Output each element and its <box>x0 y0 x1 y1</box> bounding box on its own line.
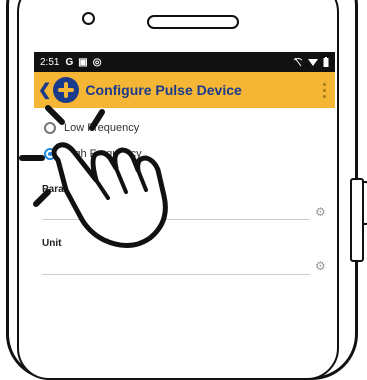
radio-button-selected[interactable] <box>44 148 56 160</box>
signal-icon <box>308 59 318 66</box>
phone-screen: 2:51 G ▣ ◎ ❮ Configure Pulse Device Low … <box>34 52 335 302</box>
app-bar: ❮ Configure Pulse Device <box>34 72 335 108</box>
gear-icon[interactable]: ⚙ <box>315 260 327 272</box>
battery-icon <box>323 57 329 67</box>
google-icon: G <box>65 56 74 68</box>
app-logo <box>53 77 80 103</box>
radio-label: High Frequency <box>64 148 142 160</box>
radio-low-frequency[interactable]: Low Frequency <box>44 122 139 134</box>
gear-icon[interactable]: ⚙ <box>315 206 327 218</box>
radio-high-frequency[interactable]: High Frequency <box>44 148 142 160</box>
more-vert-icon[interactable] <box>317 82 331 98</box>
chevron-left-icon[interactable]: ❮ <box>38 80 51 100</box>
radio-label: Low Frequency <box>64 122 140 134</box>
unit-input[interactable] <box>42 274 310 275</box>
notification-icon: ▣ <box>78 56 88 68</box>
page-title: Configure Pulse Device <box>85 82 242 98</box>
camera-icon <box>82 12 95 25</box>
power-button <box>350 178 364 262</box>
radio-button[interactable] <box>44 122 56 134</box>
field-label-parameter: Parameter <box>42 184 91 195</box>
status-bar: 2:51 G ▣ ◎ <box>34 52 335 72</box>
location-icon: ◎ <box>92 56 102 68</box>
wifi-off-icon <box>293 57 303 67</box>
speaker-grille <box>147 15 239 29</box>
status-time: 2:51 <box>40 56 60 68</box>
field-label-unit: Unit <box>42 238 62 249</box>
parameter-input[interactable] <box>42 219 310 220</box>
